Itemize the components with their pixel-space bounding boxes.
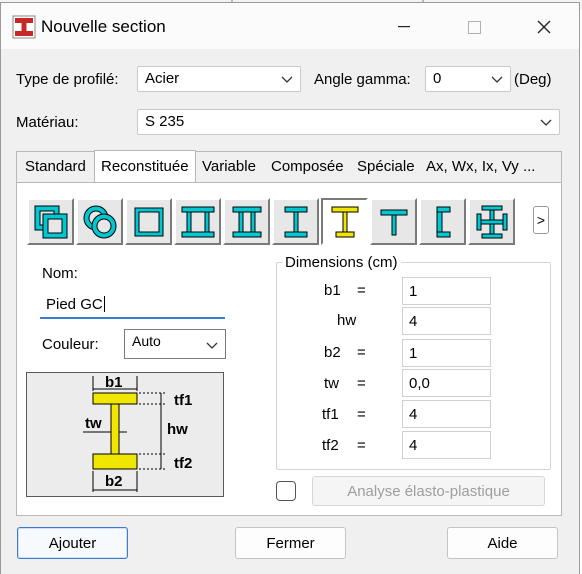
close-button[interactable]: Fermer [235,527,346,559]
c-channel-button[interactable] [419,198,466,245]
box-tube-icon [34,205,67,238]
t-section-button[interactable] [370,198,417,245]
name-label: Nom: [42,265,78,282]
tab-reconstituee[interactable]: Reconstituée [94,150,196,182]
diagram-hw-label: hw [167,421,188,438]
help-button[interactable]: Aide [447,527,558,559]
dim-tf2-eq: = [357,437,366,454]
dim-b1-label: b1 [324,282,341,299]
color-select[interactable]: Auto [124,329,226,359]
chevron-down-icon [206,342,218,349]
channel-box-icon [232,206,261,237]
tab-properties[interactable]: Ax, Wx, Ix, Vy ... [426,153,535,181]
i-beam-diagram: b1 b2 tf1 hw tf2 tw [83,374,192,492]
angle-gamma-select[interactable]: 0 [425,66,511,92]
text-cursor [103,296,105,312]
maximize-button[interactable] [451,11,497,43]
analysis-button[interactable]: Analyse élasto-plastique [312,476,545,506]
tab-speciale[interactable]: Spéciale [357,153,415,181]
dim-tf2-label: tf2 [322,437,339,454]
material-value: S 235 [145,113,185,130]
dim-hw-label: hw [337,312,357,329]
color-label: Couleur: [42,336,99,353]
maximize-icon [467,20,481,34]
dim-tf1-label: tf1 [322,406,339,423]
angle-gamma-label: Angle gamma: [314,71,411,88]
channel-box-button[interactable] [223,198,270,245]
diagram-b1-label: b1 [105,374,123,391]
c-channel-icon [436,206,450,237]
i-beam-icon [284,206,307,237]
cruciform-button[interactable] [468,198,515,245]
profile-type-select[interactable]: Acier [137,66,301,92]
close-icon [537,20,551,34]
dim-tw-eq: = [357,375,366,392]
tab-standard[interactable]: Standard [25,153,86,181]
name-input[interactable]: Pied GC [40,291,225,319]
add-button[interactable]: Ajouter [17,527,128,559]
circle-tube-icon [83,205,116,238]
analysis-checkbox[interactable] [276,481,296,501]
dim-b2-eq: = [357,344,366,361]
i-beam-button[interactable] [272,198,319,245]
profile-type-value: Acier [145,70,180,87]
tab-composee[interactable]: Composée [271,153,344,181]
chevron-down-icon [281,76,293,83]
dim-b2-input[interactable]: 1 [402,339,491,367]
dim-tw-label: tw [324,375,339,392]
profile-type-label: Type de profilé: [16,71,119,88]
rect-hollow-button[interactable] [125,198,172,245]
dim-b1-eq: = [357,282,366,299]
circle-tube-button[interactable] [76,198,123,245]
rect-hollow-icon [134,207,163,236]
i-beam-asymmetric-button[interactable] [321,198,368,245]
diagram-tw-label: tw [85,415,102,432]
close-window-button[interactable] [521,11,567,43]
steel-section-app-icon [12,15,36,39]
double-channel-box-button[interactable] [174,198,221,245]
window-title: Nouvelle section [41,17,166,36]
chevron-down-icon [491,76,503,83]
material-select[interactable]: S 235 [137,109,560,135]
box-tube-button[interactable] [27,198,74,245]
dim-tf1-eq: = [357,406,366,423]
minimize-button[interactable] [381,11,427,43]
dim-tf2-input[interactable]: 4 [402,431,491,459]
name-value: Pied GC [46,296,103,313]
dimensions-title: Dimensions (cm) [282,254,401,271]
double-channel-box-icon [181,206,214,237]
cruciform-icon [476,205,507,238]
dim-b2-label: b2 [324,344,341,361]
more-shapes-button[interactable]: > [533,206,549,234]
diagram-tf2-label: tf2 [174,455,192,472]
dim-tw-input[interactable]: 0,0 [402,369,491,397]
dim-tf1-input[interactable]: 4 [402,400,491,428]
dim-hw-input[interactable]: 4 [402,307,491,335]
dim-b1-input[interactable]: 1 [402,277,491,305]
tab-variable[interactable]: Variable [202,153,256,181]
material-label: Matériau: [16,114,79,131]
title-bar: Nouvelle section [1,3,579,49]
t-section-icon [380,209,407,235]
angle-unit-label: (Deg) [514,71,552,88]
i-beam-asymmetric-icon [331,206,358,237]
minimize-icon [398,26,410,28]
color-value: Auto [132,333,161,349]
diagram-b2-label: b2 [105,473,123,490]
diagram-tf1-label: tf1 [174,392,192,409]
section-preview: b1 b2 tf1 hw tf2 tw [26,372,224,497]
angle-gamma-value: 0 [433,70,442,87]
chevron-down-icon [540,119,552,126]
